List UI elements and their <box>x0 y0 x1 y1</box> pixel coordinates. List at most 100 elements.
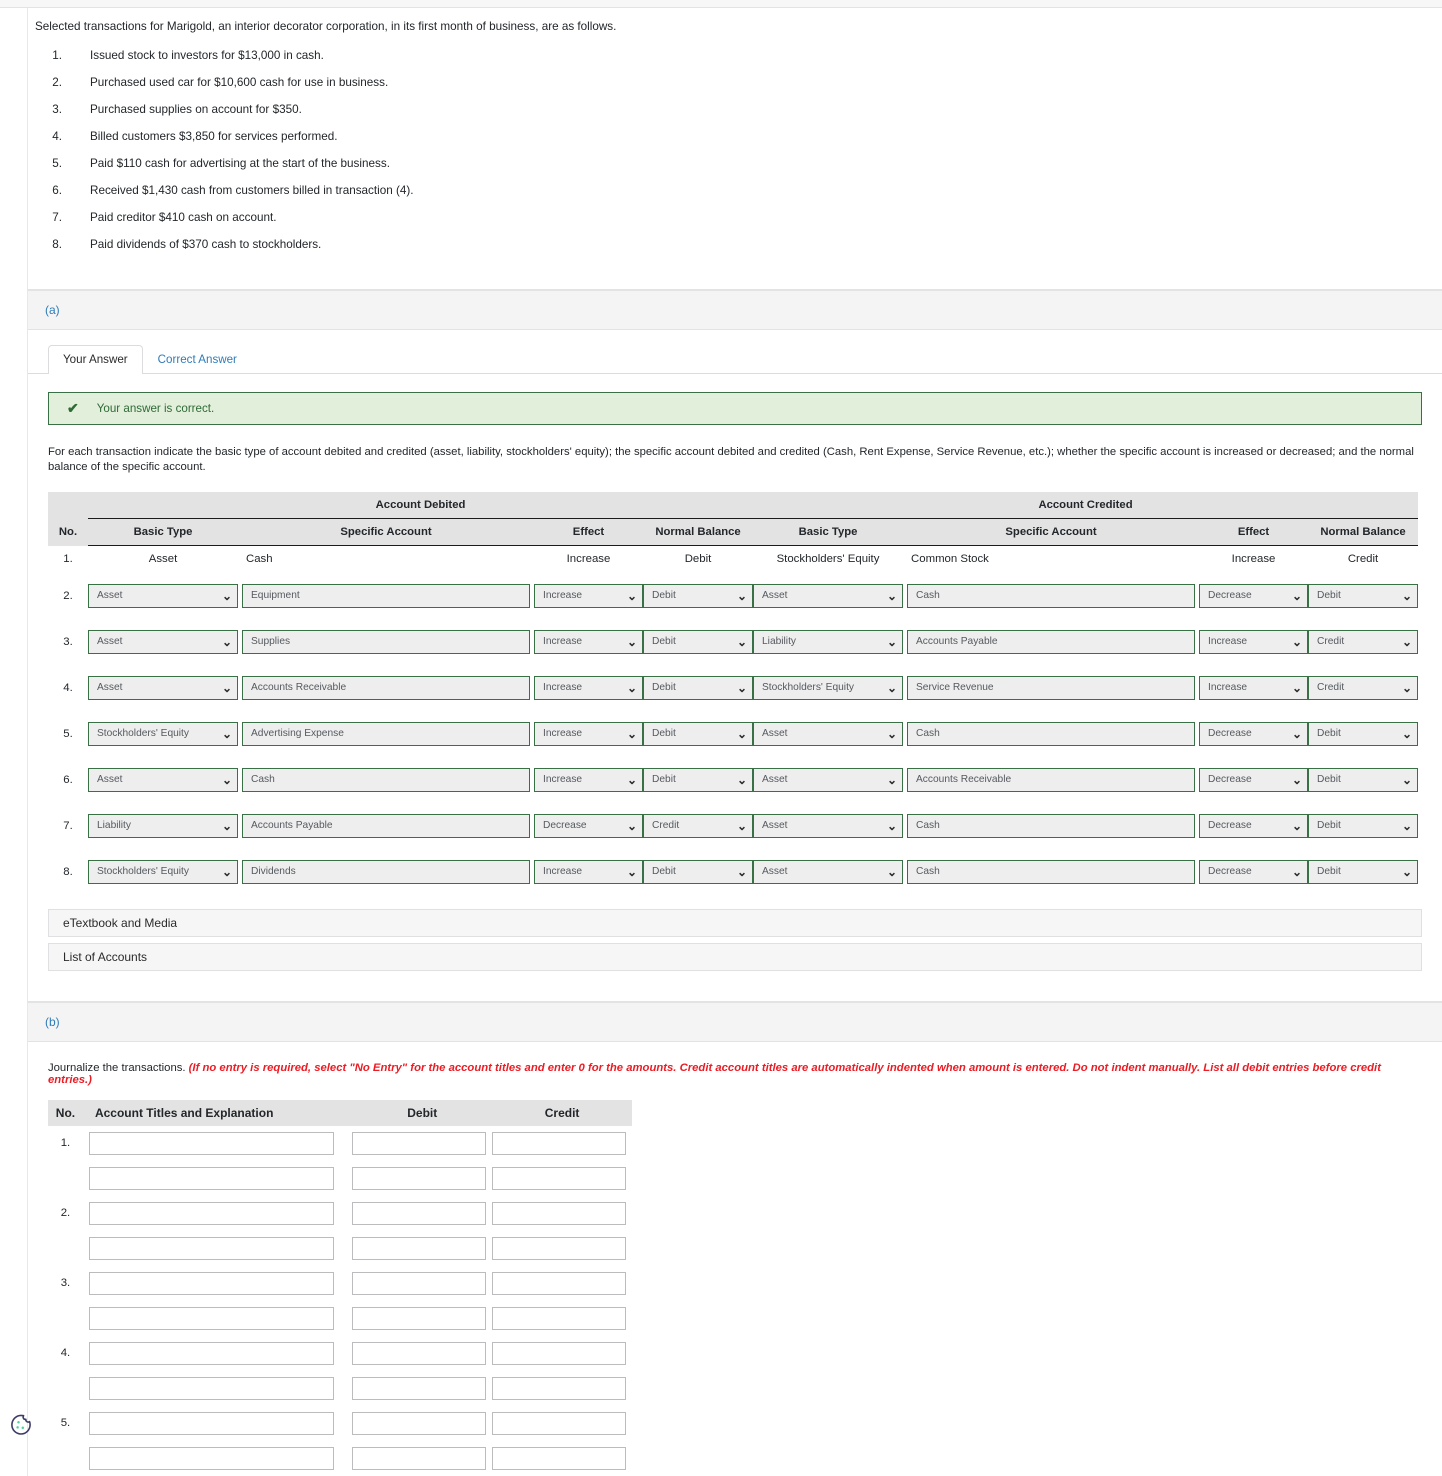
cookie-consent-button[interactable] <box>7 1412 35 1440</box>
credit-normal-balance-select[interactable]: Credit ⌄ <box>1308 629 1419 654</box>
journal-account-input[interactable] <box>88 1446 335 1470</box>
debit-specific-account-input[interactable]: Supplies <box>242 629 530 654</box>
credit-specific-account-input[interactable]: Accounts Payable <box>907 629 1196 654</box>
debit-effect-select[interactable]: Increase ⌄ <box>534 675 643 700</box>
journal-account-input[interactable] <box>88 1236 335 1260</box>
credit-basic-type-select[interactable]: Asset ⌄ <box>753 813 904 838</box>
debit-normal-balance-select[interactable]: Debit ⌄ <box>643 721 754 746</box>
journal-debit-input[interactable] <box>352 1131 487 1155</box>
credit-specific-account-input[interactable]: Cash <box>907 583 1196 608</box>
debit-effect-select[interactable]: Increase ⌄ <box>534 767 643 792</box>
group-header-account-debited: Account Debited <box>88 491 754 519</box>
journal-account-input[interactable] <box>88 1341 335 1365</box>
debit-basic-type-select[interactable]: Stockholders' Equity ⌄ <box>88 859 238 884</box>
credit-normal-balance-select[interactable]: Debit ⌄ <box>1308 721 1419 746</box>
journal-debit-input[interactable] <box>352 1166 487 1190</box>
debit-specific-account-input[interactable]: Cash <box>242 767 530 792</box>
credit-specific-account-input[interactable]: Accounts Receivable <box>907 767 1196 792</box>
credit-normal-balance-select[interactable]: Debit ⌄ <box>1308 583 1419 608</box>
credit-basic-type-select[interactable]: Asset ⌄ <box>753 767 904 792</box>
debit-normal-balance-select[interactable]: Credit ⌄ <box>643 813 754 838</box>
account-analysis-body: 1. Asset Cash Increase Debit Stockholders' Eq… <box>48 546 1442 895</box>
debit-normal-balance-select[interactable]: Debit ⌄ <box>643 629 754 654</box>
journal-debit-input[interactable] <box>352 1271 487 1295</box>
credit-basic-type-select[interactable]: Asset ⌄ <box>753 721 904 746</box>
debit-normal-balance-select[interactable]: Debit ⌄ <box>643 583 754 608</box>
credit-specific-account-input[interactable]: Cash <box>907 813 1196 838</box>
credit-basic-type-select[interactable]: Asset ⌄ <box>753 859 904 884</box>
credit-normal-balance-select[interactable]: Debit ⌄ <box>1308 767 1419 792</box>
credit-normal-balance-select[interactable]: Debit ⌄ <box>1308 859 1419 884</box>
journal-account-input[interactable] <box>88 1166 335 1190</box>
debit-specific-account-input[interactable]: Accounts Receivable <box>242 675 530 700</box>
answer-status-banner: ✔ Your answer is correct. <box>48 392 1422 425</box>
credit-basic-type-select[interactable]: Asset ⌄ <box>753 583 904 608</box>
journal-credit-input[interactable] <box>492 1131 626 1155</box>
credit-effect-select[interactable]: Decrease ⌄ <box>1199 721 1309 746</box>
journal-debit-input[interactable] <box>352 1201 487 1225</box>
journal-account-input[interactable] <box>88 1376 335 1400</box>
debit-effect-select[interactable]: Increase ⌄ <box>534 721 643 746</box>
debit-effect-select[interactable]: Increase ⌄ <box>534 629 643 654</box>
journal-debit-input[interactable] <box>352 1411 487 1435</box>
debit-normal-balance-select[interactable]: Debit ⌄ <box>643 859 754 884</box>
credit-normal-balance-value: Debit <box>1317 590 1341 601</box>
journal-credit-input[interactable] <box>492 1376 626 1400</box>
journal-account-input[interactable] <box>88 1131 335 1155</box>
journal-debit-input[interactable] <box>352 1341 487 1365</box>
debit-effect-select[interactable]: Increase ⌄ <box>534 859 643 884</box>
debit-basic-type-select[interactable]: Liability ⌄ <box>88 813 238 838</box>
journal-credit-input[interactable] <box>492 1446 626 1470</box>
credit-effect-select[interactable]: Decrease ⌄ <box>1199 767 1309 792</box>
chevron-down-icon: ⌄ <box>626 634 637 649</box>
debit-specific-account-cell: Accounts Payable <box>238 803 534 849</box>
journal-credit-input[interactable] <box>492 1341 626 1365</box>
transaction-item: 8. Paid dividends of $370 cash to stockho… <box>28 238 1442 251</box>
journal-credit-input[interactable] <box>492 1166 626 1190</box>
journal-account-input[interactable] <box>88 1411 335 1435</box>
debit-specific-account-input[interactable]: Accounts Payable <box>242 813 530 838</box>
journal-debit-input[interactable] <box>352 1236 487 1260</box>
credit-normal-balance-select[interactable]: Credit ⌄ <box>1308 675 1419 700</box>
etextbook-and-media-button[interactable]: eTextbook and Media <box>48 908 1422 937</box>
journal-debit-input[interactable] <box>352 1376 487 1400</box>
debit-basic-type-select[interactable]: Asset ⌄ <box>88 767 238 792</box>
credit-effect-select[interactable]: Decrease ⌄ <box>1199 813 1309 838</box>
credit-basic-type-select[interactable]: Stockholders' Equity ⌄ <box>753 675 904 700</box>
journal-account-input[interactable] <box>88 1271 335 1295</box>
credit-specific-account-input[interactable]: Cash <box>907 721 1196 746</box>
journal-debit-input[interactable] <box>352 1446 487 1470</box>
credit-effect-select[interactable]: Decrease ⌄ <box>1199 859 1309 884</box>
debit-normal-balance-select[interactable]: Debit ⌄ <box>643 675 754 700</box>
journal-credit-input[interactable] <box>492 1306 626 1330</box>
journal-credit-input[interactable] <box>492 1271 626 1295</box>
tab-correct-answer[interactable]: Correct Answer <box>143 345 252 374</box>
debit-effect-select[interactable]: Decrease ⌄ <box>534 813 643 838</box>
list-of-accounts-button[interactable]: List of Accounts <box>48 942 1422 971</box>
debit-basic-type-select[interactable]: Asset ⌄ <box>88 583 238 608</box>
credit-basic-type-cell: Asset ⌄ <box>753 803 904 849</box>
journal-credit-input[interactable] <box>492 1236 626 1260</box>
journal-credit-input[interactable] <box>492 1411 626 1435</box>
debit-normal-balance-select[interactable]: Debit ⌄ <box>643 767 754 792</box>
credit-normal-balance-select[interactable]: Debit ⌄ <box>1308 813 1419 838</box>
debit-effect-select[interactable]: Increase ⌄ <box>534 583 643 608</box>
credit-effect-select[interactable]: Increase ⌄ <box>1199 629 1309 654</box>
credit-specific-account-input[interactable]: Service Revenue <box>907 675 1196 700</box>
journal-account-input[interactable] <box>88 1306 335 1330</box>
debit-specific-account-input[interactable]: Advertising Expense <box>242 721 530 746</box>
credit-effect-select[interactable]: Decrease ⌄ <box>1199 583 1309 608</box>
credit-specific-account-input[interactable]: Cash <box>907 859 1196 884</box>
journal-credit-input[interactable] <box>492 1201 626 1225</box>
debit-specific-account-input[interactable]: Equipment <box>242 583 530 608</box>
debit-basic-type-select[interactable]: Stockholders' Equity ⌄ <box>88 721 238 746</box>
tab-your-answer[interactable]: Your Answer <box>48 345 143 374</box>
credit-effect-select[interactable]: Increase ⌄ <box>1199 675 1309 700</box>
chevron-down-icon: ⌄ <box>1401 818 1413 833</box>
debit-specific-account-input[interactable]: Dividends <box>242 859 530 884</box>
debit-basic-type-select[interactable]: Asset ⌄ <box>88 629 238 654</box>
journal-account-input[interactable] <box>88 1201 335 1225</box>
credit-basic-type-select[interactable]: Liability ⌄ <box>753 629 904 654</box>
debit-basic-type-select[interactable]: Asset ⌄ <box>88 675 238 700</box>
journal-debit-input[interactable] <box>352 1306 487 1330</box>
